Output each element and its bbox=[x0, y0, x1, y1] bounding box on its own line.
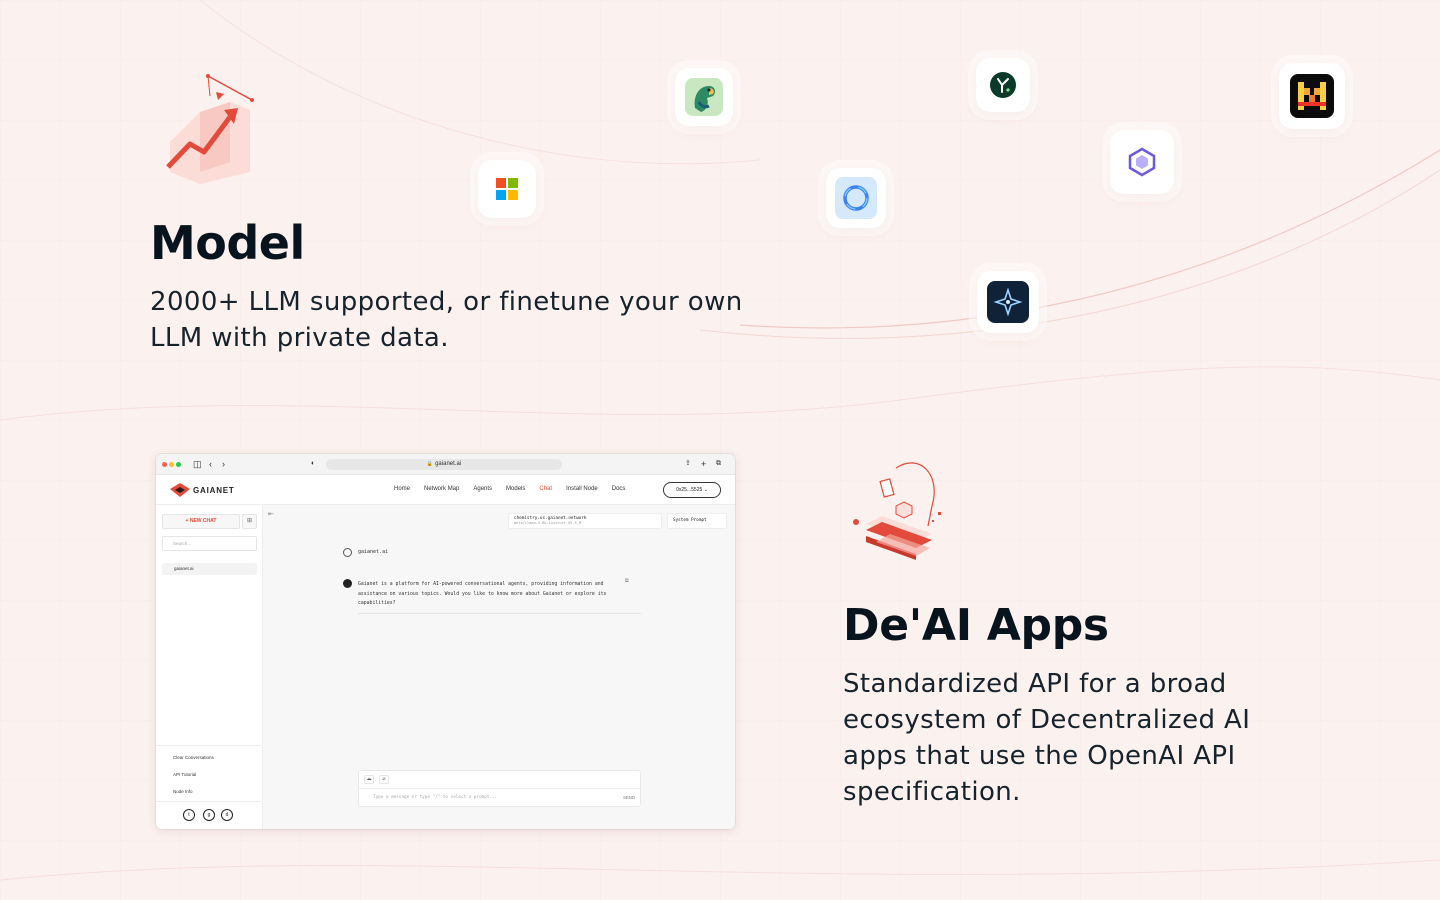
microsoft-logo-icon bbox=[478, 160, 536, 218]
share-icon[interactable]: ⇪ bbox=[685, 459, 691, 469]
user-avatar-icon bbox=[343, 548, 352, 557]
user-message: gaianet.ai bbox=[358, 549, 389, 555]
api-tutorial-link[interactable]: API Tutorial bbox=[162, 772, 196, 777]
system-prompt-button[interactable]: System Prompt bbox=[667, 513, 727, 529]
copy-icon[interactable]: ⧉ bbox=[625, 578, 629, 584]
gaianet-mark-icon bbox=[170, 483, 190, 497]
maximize-dot-icon[interactable] bbox=[176, 462, 181, 467]
chat-sidebar: + NEW CHAT ⊞ Search... gaianet.ai Clear … bbox=[156, 505, 263, 829]
nav-docs[interactable]: Docs bbox=[612, 486, 626, 492]
nav-home[interactable]: Home bbox=[394, 486, 410, 492]
brand-name: GAIANET bbox=[193, 485, 235, 495]
nav-models[interactable]: Models bbox=[506, 486, 525, 492]
chart-arrow-illustration bbox=[166, 74, 254, 184]
nav-chat[interactable]: Chat bbox=[539, 486, 552, 492]
close-dot-icon[interactable] bbox=[162, 462, 167, 467]
node-info-link[interactable]: Node Info bbox=[162, 789, 193, 794]
gaianet-logo[interactable]: GAIANET bbox=[170, 483, 235, 497]
tabs-icon[interactable]: ⧉ bbox=[716, 459, 721, 469]
attach-icon[interactable]: ⌀ bbox=[379, 775, 389, 784]
qwen-logo-icon bbox=[1110, 130, 1174, 194]
app-stack-illustration bbox=[853, 462, 941, 560]
lock-icon: 🔒 bbox=[426, 461, 434, 467]
sidebar-divider bbox=[156, 745, 263, 746]
chat-main: ⇤ chemistry.us.gaianet.network meta/Llam… bbox=[263, 505, 735, 829]
nav-agents[interactable]: Agents bbox=[473, 486, 492, 492]
conversation-item[interactable]: gaianet.ai bbox=[162, 563, 257, 575]
minimize-dot-icon[interactable] bbox=[169, 462, 174, 467]
nav-install-node[interactable]: Install Node bbox=[566, 486, 598, 492]
sidebar-divider bbox=[156, 801, 263, 802]
composer-divider bbox=[359, 788, 640, 789]
message-composer[interactable]: ☁ ⌀ Type a message or type "/" to select… bbox=[358, 770, 641, 807]
bot-avatar-icon bbox=[343, 579, 352, 588]
site-navbar: GAIANET Home Network Map Agents Models C… bbox=[156, 475, 735, 505]
model-subtitle: meta/Llama-3-8b-Instruct-Q5_K_M bbox=[514, 521, 582, 525]
sidebar-search-input[interactable]: Search... bbox=[162, 536, 257, 551]
conversation-label: gaianet.ai bbox=[174, 566, 194, 571]
send-button[interactable]: SEND bbox=[623, 795, 635, 800]
plugin-icon[interactable]: ☁ bbox=[364, 775, 374, 784]
model-title: Model bbox=[150, 216, 305, 270]
sidebar-toggle-icon[interactable]: ◫ bbox=[193, 459, 202, 469]
collapse-sidebar-icon[interactable]: ⇤ bbox=[268, 510, 274, 518]
new-tab-icon[interactable]: + bbox=[701, 459, 706, 469]
sparkle-logo-icon bbox=[977, 271, 1039, 333]
assistant-message: Gaianet is a platform for AI-powered con… bbox=[358, 582, 607, 606]
model-description: 2000+ LLM supported, or finetune your ow… bbox=[150, 287, 743, 353]
forward-icon[interactable]: › bbox=[222, 459, 225, 469]
message-divider bbox=[358, 613, 641, 614]
wallet-address: 0x25...5525 bbox=[676, 487, 703, 493]
browser-chrome: ◫ ‹ › ◐ 🔒 gaianet.ai ⇪ + ⧉ bbox=[156, 454, 735, 475]
nav-network-map[interactable]: Network Map bbox=[424, 486, 459, 492]
yi-logo-icon bbox=[976, 58, 1030, 112]
apps-description: Standardized API for a broad ecosystem o… bbox=[843, 669, 1251, 807]
nav-links: Home Network Map Agents Models Chat Inst… bbox=[394, 486, 625, 492]
mistral-logo-icon bbox=[1279, 63, 1345, 129]
browser-window: ◫ ‹ › ◐ 🔒 gaianet.ai ⇪ + ⧉ GAIANET Home N… bbox=[156, 454, 735, 829]
ring-logo-icon bbox=[826, 168, 886, 228]
address-bar[interactable]: 🔒 gaianet.ai bbox=[326, 459, 562, 470]
clear-conversations-link[interactable]: Clear Conversations bbox=[162, 755, 214, 760]
url-text: gaianet.ai bbox=[435, 461, 462, 467]
parrot-logo-icon bbox=[675, 68, 733, 126]
model-select[interactable]: chemistry.us.gaianet.network meta/Llama-… bbox=[508, 513, 662, 529]
chevron-down-icon: ⌄ bbox=[703, 487, 708, 493]
new-folder-icon[interactable]: ⊞ bbox=[242, 514, 257, 529]
back-icon[interactable]: ‹ bbox=[209, 459, 212, 469]
wallet-button[interactable]: 0x25...5525 ⌄ bbox=[663, 482, 721, 498]
twitter-icon[interactable]: t bbox=[183, 809, 195, 821]
apps-title: De'AI Apps bbox=[843, 600, 1109, 651]
message-input[interactable]: Type a message or type "/" to select a p… bbox=[373, 795, 497, 800]
discord-icon[interactable]: d bbox=[221, 809, 233, 821]
github-icon[interactable]: g bbox=[203, 809, 215, 821]
shield-icon[interactable]: ◐ bbox=[311, 459, 315, 469]
new-chat-button[interactable]: + NEW CHAT bbox=[162, 514, 240, 529]
